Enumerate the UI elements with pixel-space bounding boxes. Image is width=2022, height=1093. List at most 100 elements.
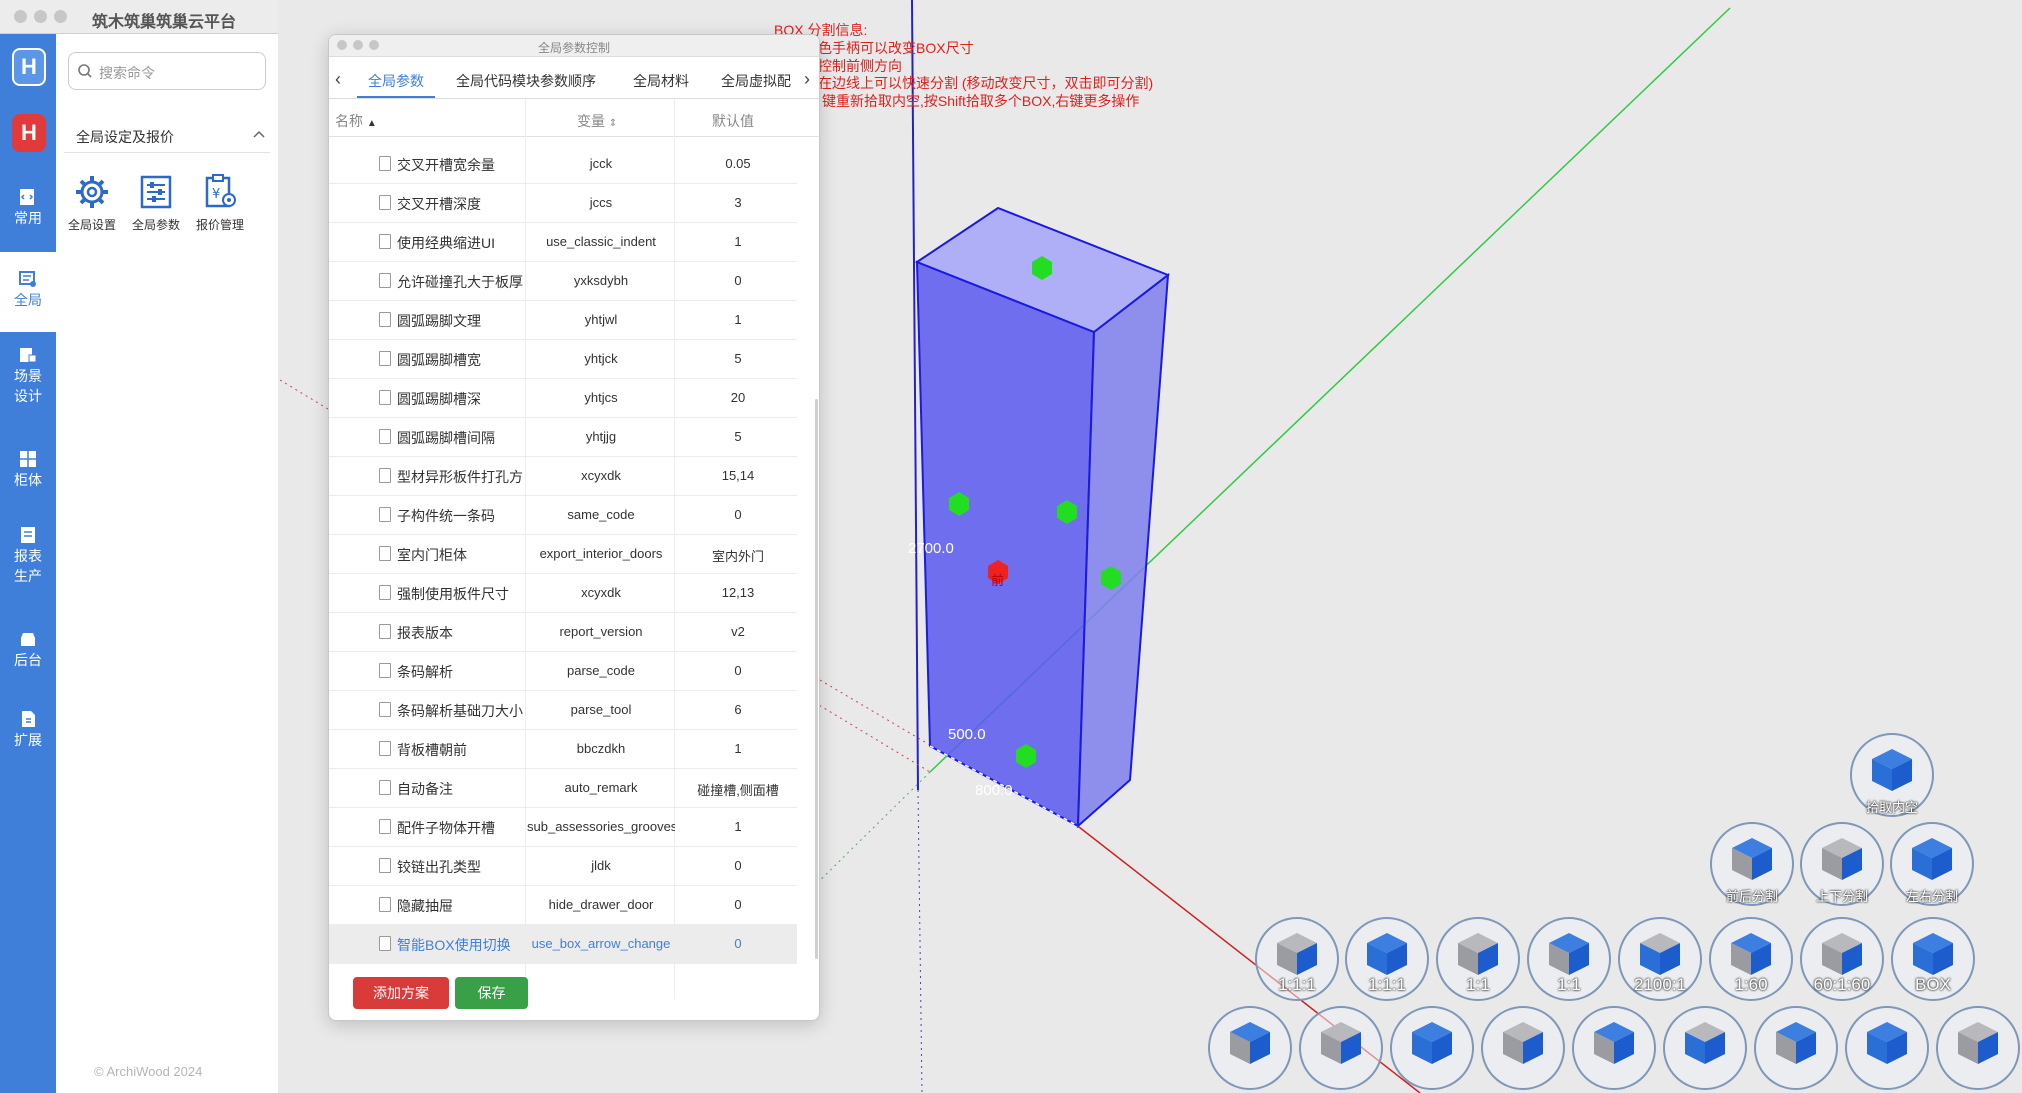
ratio-split-button-3[interactable]: 1:1 [1527, 917, 1611, 1001]
column-header-variable-label: 变量 [577, 113, 605, 129]
param-default-cell[interactable]: 6 [679, 702, 797, 717]
param-default-cell[interactable]: 5 [679, 429, 797, 444]
ratio-split-button-6[interactable]: 60:1:60 [1800, 917, 1884, 1001]
3d-viewport[interactable]: 前 2700.0 500.0 800.0 [0, 0, 2022, 1093]
tab-scroll-right-icon[interactable]: › [804, 69, 810, 90]
table-row[interactable]: 自动备注 auto_remark 碰撞槽,侧面槽 [329, 769, 797, 808]
param-default-cell[interactable]: 3 [679, 195, 797, 210]
cabinet-template-button-1[interactable] [1299, 1006, 1383, 1090]
cabinet-template-button-7[interactable] [1845, 1006, 1929, 1090]
tab-global-virtual[interactable]: 全局虚拟配 [721, 71, 797, 91]
ratio-split-button-7[interactable]: BOX [1891, 917, 1975, 1001]
table-row[interactable]: 强制使用板件尺寸 xcyxdk 12,13 [329, 574, 797, 613]
cabinet-template-button-3[interactable] [1481, 1006, 1565, 1090]
param-default-cell[interactable]: 5 [679, 351, 797, 366]
tab-global-materials[interactable]: 全局材料 [633, 71, 689, 91]
rail-item-global[interactable]: 全局 [0, 252, 56, 332]
dialog-titlebar[interactable]: 全局参数控制 [329, 35, 819, 57]
table-row[interactable]: 圆弧踢脚槽宽 yhtjck 5 [329, 340, 797, 379]
rail-item-common[interactable]: 常用 [0, 180, 56, 252]
param-default-cell[interactable]: 0 [679, 273, 797, 288]
rail-item-extension[interactable]: 扩展 [0, 704, 56, 764]
split-button-2[interactable]: 左右分割 [1890, 822, 1974, 906]
cabinet-template-button-0[interactable] [1208, 1006, 1292, 1090]
param-variable-cell: jccs [589, 195, 613, 210]
table-row[interactable]: 使用经典缩进UI use_classic_indent 1 [329, 223, 797, 262]
ratio-split-button-2[interactable]: 1:1 [1436, 917, 1520, 1001]
rail-item-scene-design[interactable]: 场景设计 [0, 338, 56, 418]
table-row[interactable]: 允许碰撞孔大于板厚 yxksdybh 0 [329, 262, 797, 301]
command-search-input[interactable]: 搜索命令 [68, 52, 266, 90]
table-row[interactable]: 圆弧踢脚文理 yhtjwl 1 [329, 301, 797, 340]
table-row[interactable]: 报表版本 report_version v2 [329, 613, 797, 652]
param-default-cell[interactable]: 室内外门 [679, 546, 797, 565]
param-default-cell[interactable]: 1 [679, 312, 797, 327]
param-default-cell[interactable]: 1 [679, 819, 797, 834]
rail-item-cabinet[interactable]: 柜体 [0, 444, 56, 504]
table-row[interactable]: 隐藏抽屉 hide_drawer_door 0 [329, 886, 797, 925]
table-row[interactable]: 条码解析 parse_code 0 [329, 652, 797, 691]
table-row[interactable]: 室内门柜体 export_interior_doors 室内外门 [329, 535, 797, 574]
param-default-cell[interactable]: 碰撞槽,侧面槽 [679, 780, 797, 799]
report-icon [21, 527, 35, 543]
pick-inner-space-button[interactable]: 拾取内空 [1850, 733, 1934, 817]
split-button-0[interactable]: 前后分割 [1710, 822, 1794, 906]
param-name-cell: 使用经典缩进UI [397, 235, 495, 251]
table-row[interactable]: 圆弧踢脚槽深 yhtjcs 20 [329, 379, 797, 418]
tab-global-code-module-order[interactable]: 全局代码模块参数顺序 [456, 71, 596, 91]
table-row[interactable]: 配件子物体开槽 sub_assessories_grooves 1 [329, 808, 797, 847]
tab-global-params[interactable]: 全局参数 [368, 71, 424, 91]
ratio-split-button-1[interactable]: 1:1:1 [1345, 917, 1429, 1001]
table-row[interactable]: 铰链出孔类型 jldk 0 [329, 847, 797, 886]
window-close-button[interactable] [14, 10, 27, 23]
column-header-default[interactable]: 默认值 [712, 111, 754, 131]
table-row[interactable]: 交叉开槽深度 jccs 3 [329, 184, 797, 223]
param-name-cell: 圆弧踢脚文理 [397, 313, 481, 329]
param-default-cell[interactable]: 0 [679, 897, 797, 912]
window-minimize-button[interactable] [34, 10, 47, 23]
table-row[interactable]: 背板槽朝前 bbczdkh 1 [329, 730, 797, 769]
tool-quote-management[interactable]: ¥ 报价管理 [188, 172, 252, 233]
param-default-cell[interactable]: 1 [679, 234, 797, 249]
tab-scroll-left-icon[interactable]: ‹ [335, 69, 341, 90]
param-default-cell[interactable]: v2 [679, 624, 797, 639]
cabinet-template-button-2[interactable] [1390, 1006, 1474, 1090]
table-header: 名称 ▲ 变量 ⇕ 默认值 [329, 99, 819, 137]
param-default-cell[interactable]: 0 [679, 936, 797, 951]
window-zoom-button[interactable] [54, 10, 67, 23]
table-row[interactable]: 型材异形板件打孔方 xcyxdk 15,14 [329, 457, 797, 496]
panel-header[interactable]: 全局设定及报价 [64, 117, 270, 153]
param-default-cell[interactable]: 20 [679, 390, 797, 405]
param-default-cell[interactable]: 12,13 [679, 585, 797, 600]
param-default-cell[interactable]: 1 [679, 741, 797, 756]
rail-item-backend[interactable]: 后台 [0, 624, 56, 684]
table-row[interactable]: 条码解析基础刀大小 parse_tool 6 [329, 691, 797, 730]
ratio-split-button-0[interactable]: 1:1:1 [1255, 917, 1339, 1001]
rail-item-report[interactable]: 报表生产 [0, 520, 56, 600]
app-titlebar: 筑木筑巢筑巢云平台 [0, 0, 278, 34]
param-default-cell[interactable]: 0 [679, 858, 797, 873]
table-row[interactable]: 子构件统一条码 same_code 0 [329, 496, 797, 535]
column-header-variable[interactable]: 变量 ⇕ [577, 111, 617, 131]
table-row[interactable]: 智能BOX使用切换 use_box_arrow_change 0 [329, 925, 797, 964]
cabinet-template-button-8[interactable] [1936, 1006, 2020, 1090]
ratio-split-button-5[interactable]: 1:60 [1709, 917, 1793, 1001]
cabinet-template-button-4[interactable] [1572, 1006, 1656, 1090]
save-button[interactable]: 保存 [455, 977, 528, 1009]
cabinet-template-button-6[interactable] [1754, 1006, 1838, 1090]
table-row[interactable]: 圆弧踢脚槽间隔 yhtjjg 5 [329, 418, 797, 457]
split-button-1[interactable]: 上下分割 [1800, 822, 1884, 906]
param-default-cell[interactable]: 15,14 [679, 468, 797, 483]
tool-global-settings[interactable]: 全局设置 [60, 172, 124, 233]
chevron-up-icon[interactable] [252, 129, 266, 139]
param-default-cell[interactable]: 0 [679, 663, 797, 678]
ratio-split-button-4[interactable]: 2100:1 [1618, 917, 1702, 1001]
table-scrollbar[interactable] [815, 399, 818, 959]
param-default-cell[interactable]: 0 [679, 507, 797, 522]
param-default-cell[interactable]: 0.05 [679, 156, 797, 171]
tool-global-params[interactable]: 全局参数 [124, 172, 188, 233]
table-row[interactable]: 交叉开槽宽余量 jcck 0.05 [329, 145, 797, 184]
add-scheme-button[interactable]: 添加方案 [353, 977, 449, 1009]
column-header-name[interactable]: 名称 ▲ [335, 111, 377, 131]
cabinet-template-button-5[interactable] [1663, 1006, 1747, 1090]
